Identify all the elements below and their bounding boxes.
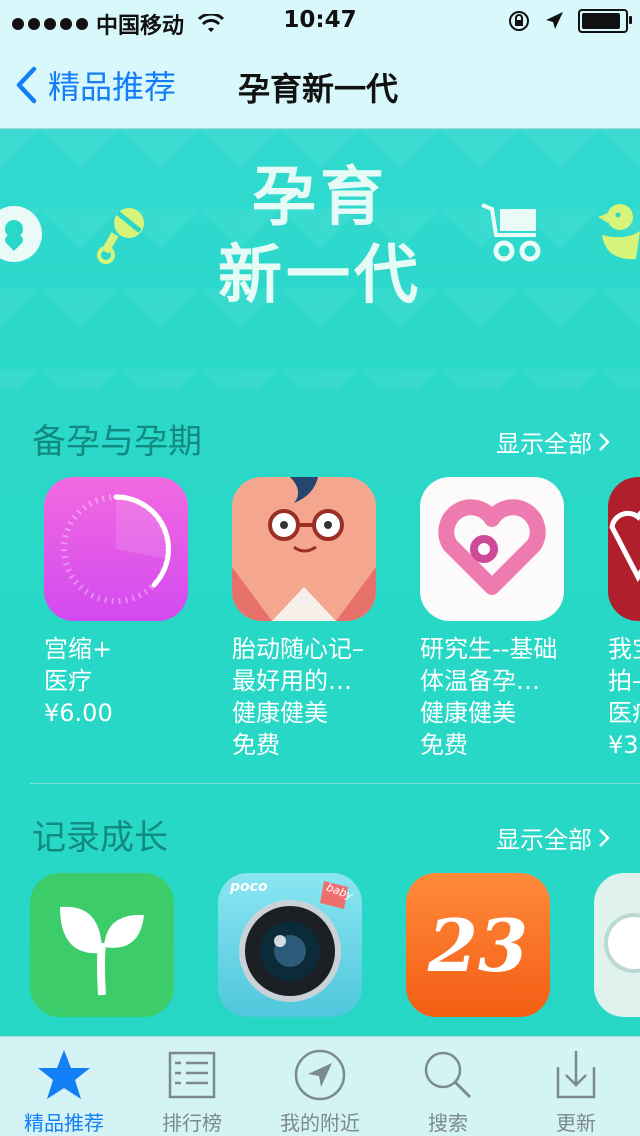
app-icon-fetal-movement	[232, 477, 376, 621]
nav-bar: 精品推荐 孕育新一代	[0, 40, 640, 129]
rattle-icon	[97, 208, 144, 264]
banner-title: 孕育 新一代	[180, 159, 460, 315]
rotation-lock-icon	[509, 11, 529, 31]
app-icon-contraction	[44, 477, 188, 621]
heart-outline-icon	[609, 510, 640, 583]
tab-search[interactable]: 搜索	[384, 1037, 512, 1136]
location-arrow-icon	[546, 12, 563, 29]
tab-label: 我的附近	[280, 1111, 360, 1135]
poco-logo-text: poco	[230, 879, 268, 895]
tab-label: 更新	[556, 1111, 596, 1135]
back-button[interactable]: 精品推荐	[14, 62, 176, 108]
app-price: ¥6.00	[44, 699, 113, 727]
section-title-growth: 记录成长	[32, 818, 168, 858]
banner-title-line1: 孕育	[252, 161, 388, 235]
section-title-pregnancy: 备孕与孕期	[32, 422, 202, 462]
see-all-button-pregnancy[interactable]: 显示全部	[496, 424, 610, 459]
battery-icon	[578, 9, 632, 33]
bib-icon	[0, 206, 42, 262]
app-name: 宫缩+ 医疗	[44, 635, 113, 695]
app-card-partial-2[interactable]	[594, 873, 640, 1017]
star-icon	[38, 1050, 90, 1099]
icon-text-23: 23	[427, 902, 529, 988]
stroller-icon	[481, 203, 541, 262]
page: 中国移动 10:47 精品推荐 孕育新一代 孕育 新一代 备孕与孕期 显示全部 …	[0, 0, 640, 1136]
baby-face-icon	[604, 913, 640, 973]
tab-bar: 精品推荐 排行榜 我的附近 搜索 更新	[0, 1036, 640, 1136]
app-name: 胎动随心记– 最好用的…	[232, 635, 364, 695]
app-card-partial[interactable]: 我宝 拍– 医疗 ¥30	[608, 477, 640, 761]
tab-featured[interactable]: 精品推荐	[0, 1037, 128, 1136]
app-name: 研究生--基础 体温备孕…	[420, 635, 558, 695]
sprout-icon	[60, 906, 144, 996]
banner: 孕育 新一代	[0, 129, 640, 389]
tab-near-me[interactable]: 我的附近	[256, 1037, 384, 1136]
app-icon-partial	[608, 477, 640, 621]
list-icon	[168, 1051, 216, 1099]
see-all-button-growth[interactable]: 显示全部	[496, 820, 610, 855]
duck-icon	[598, 204, 640, 260]
search-icon	[424, 1051, 472, 1099]
app-icon-23: 23	[406, 873, 550, 1017]
page-title: 孕育新一代	[238, 70, 399, 108]
app-category: 医疗	[608, 699, 640, 727]
app-card-poco-baby[interactable]: poco baby	[218, 873, 368, 1017]
status-right	[508, 9, 632, 33]
app-icon-basal-temperature	[420, 477, 564, 621]
back-label: 精品推荐	[48, 68, 177, 106]
tab-label: 搜索	[428, 1111, 468, 1135]
chevron-left-icon	[16, 66, 37, 104]
app-price: 免费	[232, 731, 280, 759]
see-all-label: 显示全部	[496, 826, 592, 854]
tab-updates[interactable]: 更新	[512, 1037, 640, 1136]
see-all-label: 显示全部	[496, 430, 592, 458]
app-icon-poco-baby: poco baby	[218, 873, 362, 1017]
tab-charts[interactable]: 排行榜	[128, 1037, 256, 1136]
location-icon	[294, 1049, 346, 1101]
download-icon	[556, 1051, 596, 1099]
app-card-23[interactable]: 23	[406, 873, 556, 1017]
app-card-basal-temperature[interactable]: 研究生--基础 体温备孕… 健康健美 免费	[420, 477, 570, 761]
app-name: 我宝 拍–	[608, 635, 640, 695]
app-price: 免费	[420, 731, 468, 759]
doctor-face-icon	[232, 477, 376, 621]
app-card-contraction[interactable]: 宫缩+ 医疗 ¥6.00	[44, 477, 194, 729]
app-category: 健康健美	[420, 699, 516, 727]
banner-title-line2: 新一代	[218, 239, 422, 313]
heart-logo-icon	[438, 499, 546, 595]
section-divider	[30, 783, 640, 784]
app-category: 健康健美	[232, 699, 328, 727]
chevron-right-icon	[599, 432, 610, 451]
app-card-sprout[interactable]	[30, 873, 180, 1017]
app-card-fetal-movement[interactable]: 胎动随心记– 最好用的… 健康健美 免费	[232, 477, 382, 761]
status-bar: 中国移动 10:47	[0, 0, 640, 40]
tab-label: 排行榜	[162, 1111, 222, 1135]
chevron-right-icon	[599, 828, 610, 847]
app-icon-sprout	[30, 873, 174, 1017]
app-icon-partial-2	[594, 873, 640, 1017]
tab-label: 精品推荐	[24, 1111, 104, 1135]
timer-ring-icon	[61, 494, 171, 604]
app-price: ¥30	[608, 731, 640, 759]
